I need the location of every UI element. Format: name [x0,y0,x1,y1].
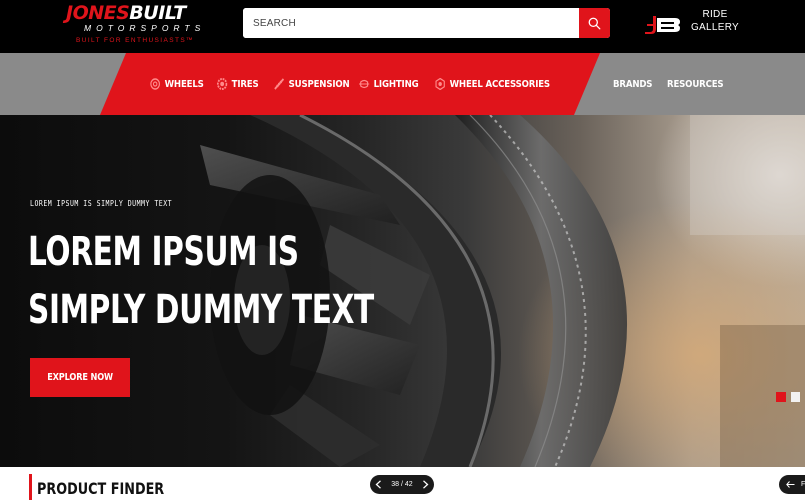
corner-action-pill[interactable]: F [779,475,805,494]
top-bar: JONESBUILT MOTORSPORTS BUILT FOR ENTHUSI… [0,0,805,53]
nav-item-label: BRANDS [613,78,653,90]
nav-item-label: SUSPENSION [288,78,350,90]
nav-item-suspension[interactable]: SUSPENSION [274,53,350,115]
nav-item-label: WHEELS [164,78,204,90]
logo-subtitle: MOTORSPORTS [84,23,206,33]
nav-item-label: RESOURCES [667,78,724,90]
nav-item-label: TIRES [231,78,259,90]
hero-banner: LOREM IPSUM IS SIMPLY DUMMY TEXT LOREM I… [0,115,805,467]
nav-item-brands[interactable]: BRANDS [613,53,653,115]
ride-gallery-link[interactable]: RIDE GALLERY [645,8,755,38]
search-bar [243,8,610,38]
hero-eyebrow: LOREM IPSUM IS SIMPLY DUMMY TEXT [30,199,173,208]
pager-next-button[interactable] [422,480,429,489]
tire-icon [217,78,228,90]
hero-title: LOREM IPSUM IS SIMPLY DUMMY TEXT [28,229,374,333]
nav-item-label: WHEEL ACCESSORIES [449,78,551,90]
nav-item-lighting[interactable]: LIGHTING [359,53,419,115]
product-finder-heading: PRODUCT FINDER [37,479,165,498]
jb-mark-icon [645,16,680,34]
jonesbuilt-logo[interactable]: JONESBUILT MOTORSPORTS BUILT FOR ENTHUSI… [62,2,214,48]
page-pager: 38 / 42 [370,475,434,494]
nav-item-label: LIGHTING [373,78,419,90]
section-accent-bar [29,474,32,500]
nav-item-resources[interactable]: RESOURCES [667,53,724,115]
nav-item-tires[interactable]: TIRES [217,53,259,115]
nav-item-wheel-accessories[interactable]: WHEEL ACCESSORIES [435,53,550,115]
search-button[interactable] [579,8,610,38]
search-icon [588,17,601,29]
lighting-icon [359,78,370,90]
wheel-accessories-icon [435,78,445,90]
pager-prev-button[interactable] [375,480,382,489]
explore-now-button[interactable]: EXPLORE NOW [30,358,130,397]
corner-pill-label: F [801,481,805,488]
back-arrow-icon [786,481,795,488]
wheel-icon [150,78,161,90]
nav-item-wheels[interactable]: WHEELS [150,53,204,115]
slide-dot-2[interactable] [791,392,800,402]
slide-dot-1-active[interactable] [776,392,786,402]
search-input[interactable] [243,8,579,38]
logo-wordmark: JONESBUILT [66,2,186,24]
ride-gallery-label: RIDE GALLERY [690,9,740,33]
logo-tagline: BUILT FOR ENTHUSIASTS™ [76,37,194,44]
pager-count: 38 / 42 [391,481,413,488]
chevron-left-icon [375,480,381,489]
suspension-icon [274,78,285,90]
chevron-right-icon [423,480,429,489]
